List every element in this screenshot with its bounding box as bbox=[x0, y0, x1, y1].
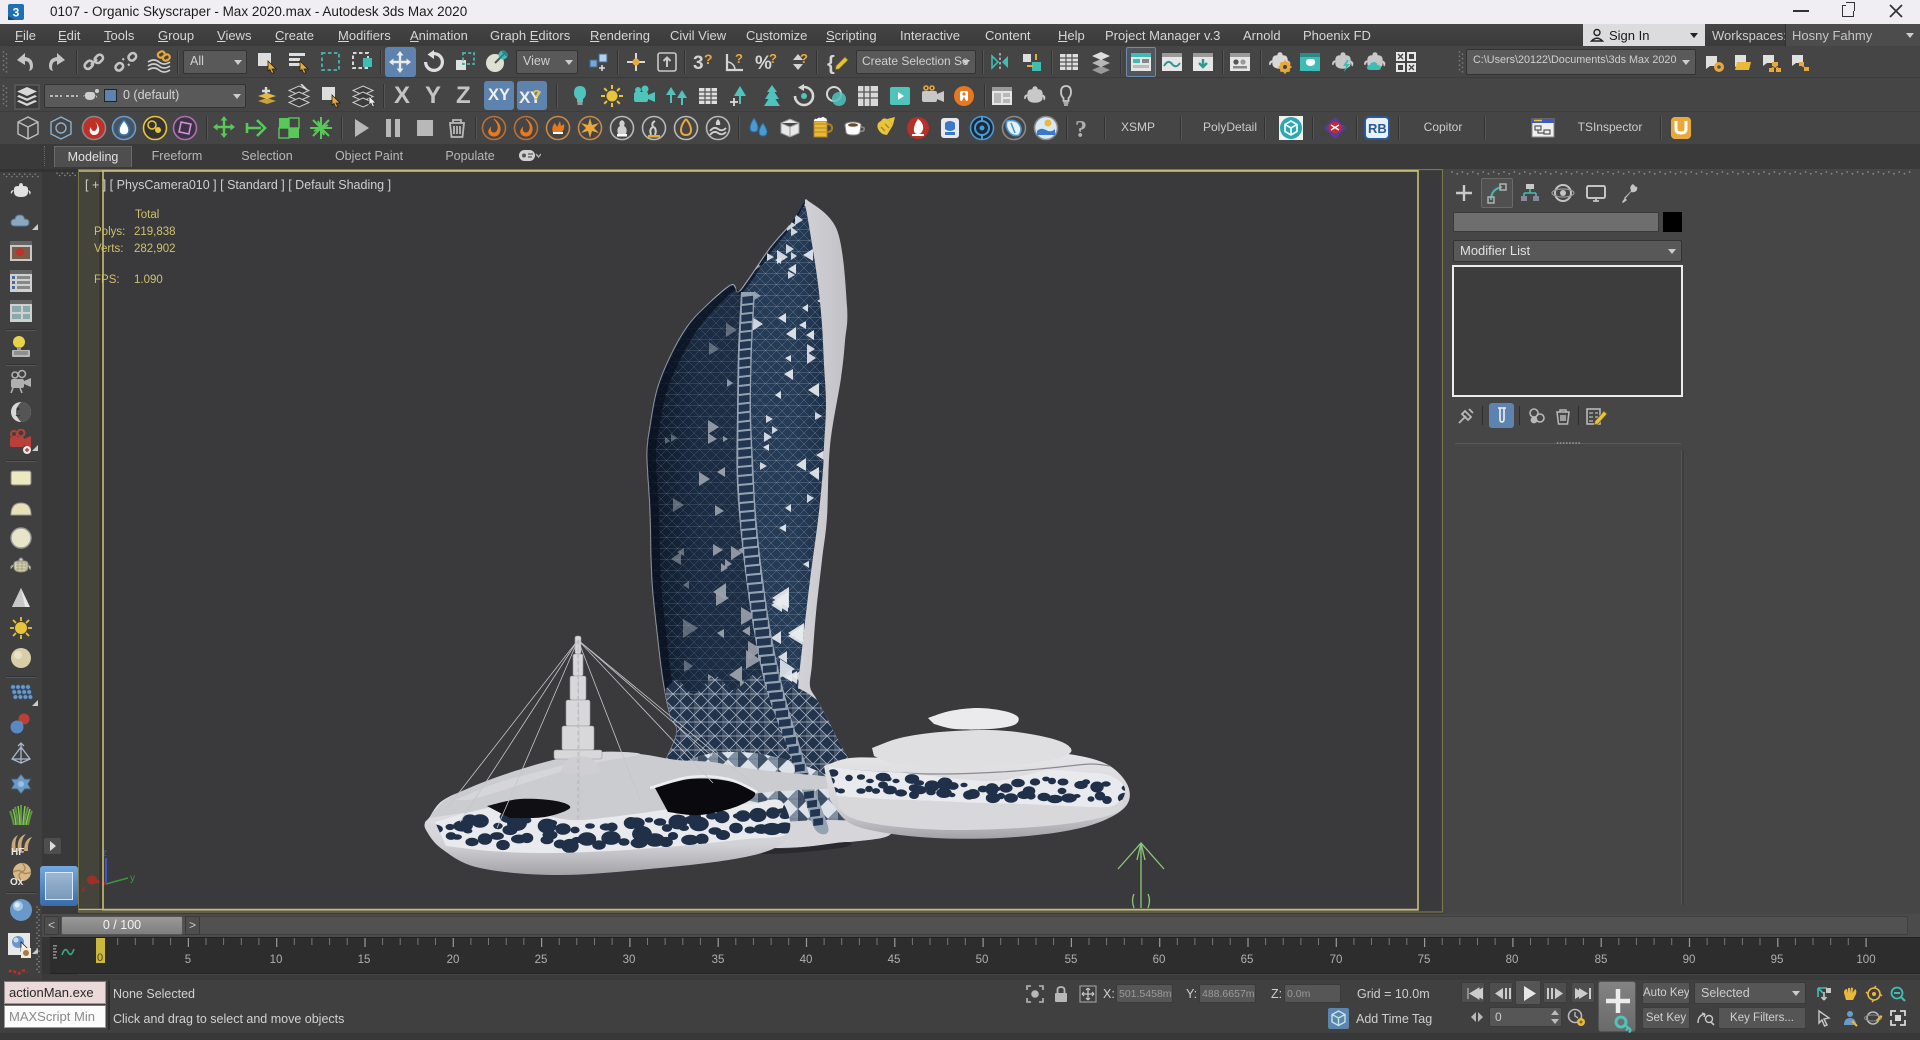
svg-text:?: ? bbox=[1075, 117, 1087, 141]
svg-text:45: 45 bbox=[888, 954, 901, 966]
svg-text:35: 35 bbox=[712, 954, 725, 966]
svg-text:80: 80 bbox=[1506, 954, 1519, 966]
svg-text:[ + ] [ PhysCamera010 ] [ Stan: [ + ] [ PhysCamera010 ] [ Standard ] [ D… bbox=[85, 178, 391, 192]
svg-text:10: 10 bbox=[270, 954, 283, 966]
svg-text:65: 65 bbox=[1241, 954, 1254, 966]
svg-text:5: 5 bbox=[185, 954, 191, 966]
svg-text:85: 85 bbox=[1595, 954, 1608, 966]
svg-text:25: 25 bbox=[535, 954, 548, 966]
svg-text:95: 95 bbox=[1771, 954, 1784, 966]
svg-text:?: ? bbox=[735, 51, 743, 66]
svg-text:20: 20 bbox=[447, 954, 460, 966]
svg-text:30: 30 bbox=[623, 954, 636, 966]
svg-text:?: ? bbox=[704, 51, 713, 67]
svg-text:Ox: Ox bbox=[10, 877, 24, 887]
svg-text:75: 75 bbox=[1418, 954, 1431, 966]
svg-text:y: y bbox=[130, 873, 135, 884]
svg-text:15: 15 bbox=[358, 954, 371, 966]
svg-text:40: 40 bbox=[800, 954, 813, 966]
svg-text:{: { bbox=[827, 53, 835, 74]
svg-text:70: 70 bbox=[1330, 954, 1343, 966]
svg-text:HF: HF bbox=[11, 847, 24, 857]
svg-text:282,902: 282,902 bbox=[134, 243, 176, 255]
svg-text:Verts:: Verts: bbox=[94, 243, 123, 255]
svg-text:Polys:: Polys: bbox=[94, 226, 125, 238]
svg-text:Total: Total bbox=[135, 209, 159, 221]
svg-text:RB: RB bbox=[1368, 121, 1387, 136]
svg-text:FPS:: FPS: bbox=[94, 274, 120, 286]
svg-text:?: ? bbox=[769, 51, 777, 66]
svg-text:90: 90 bbox=[1683, 954, 1696, 966]
svg-text:3: 3 bbox=[693, 53, 704, 74]
svg-text:219,838: 219,838 bbox=[134, 226, 176, 238]
svg-text:?: ? bbox=[800, 51, 808, 66]
svg-text:1.090: 1.090 bbox=[134, 274, 163, 286]
svg-text:60: 60 bbox=[1153, 954, 1166, 966]
svg-text:100: 100 bbox=[1856, 954, 1875, 966]
svg-text:55: 55 bbox=[1065, 954, 1078, 966]
svg-text:50: 50 bbox=[976, 954, 989, 966]
svg-text:0: 0 bbox=[97, 952, 103, 964]
svg-text:3: 3 bbox=[13, 6, 20, 20]
svg-text:?: ? bbox=[532, 87, 541, 104]
